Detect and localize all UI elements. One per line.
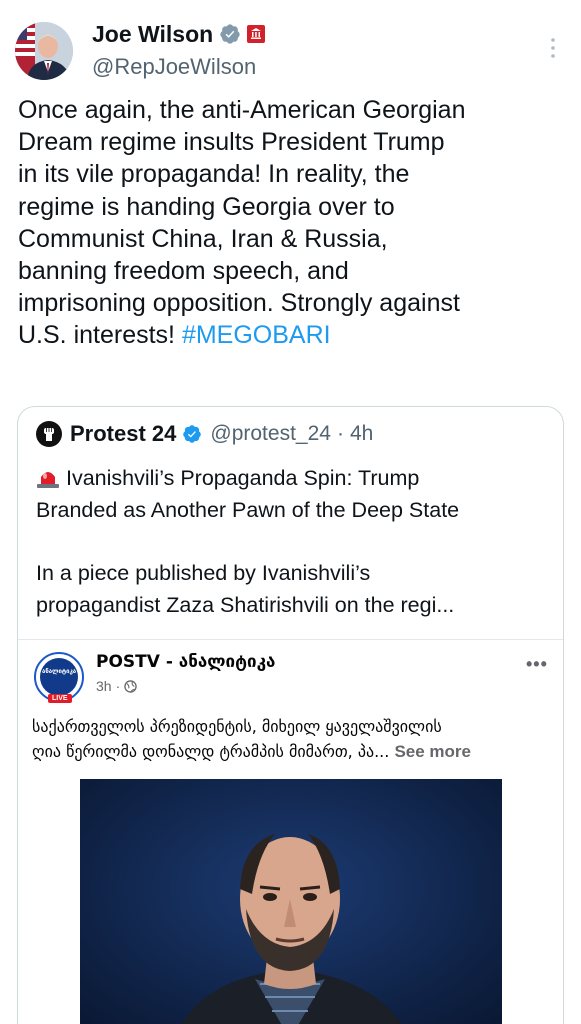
- quote-line1: Ivanishvili’s Propaganda Spin: Trump: [66, 466, 420, 490]
- tweet-text-line: U.S. interests!: [18, 321, 182, 350]
- quote-timestamp[interactable]: 4h: [350, 422, 373, 446]
- fb-page-avatar[interactable]: ანალიტიკა LIVE: [34, 652, 84, 703]
- tweet-text-line: in its vile propaganda! In reality, the: [18, 160, 410, 189]
- quote-author-name[interactable]: Protest 24: [70, 421, 176, 447]
- tweet: Joe Wilson @RepJoeWilson Once again, the…: [0, 0, 581, 1024]
- quote-tweet-card[interactable]: Protest 24 @protest_24 · 4h Ivanishvili’…: [17, 406, 564, 1024]
- fb-caption-line1: საქართველოს პრეზიდენტის, მიხეილ ყაველაშვ…: [32, 717, 442, 736]
- verified-badge-icon[interactable]: [182, 424, 202, 444]
- globe-icon: [124, 679, 137, 693]
- quote-author-handle[interactable]: @protest_24: [210, 422, 331, 446]
- verified-badge-icon[interactable]: [219, 23, 241, 45]
- see-more-link[interactable]: See more: [394, 742, 471, 761]
- fb-caption: საქართველოს პრეზიდენტის, მიხეილ ყაველაშვ…: [32, 714, 557, 764]
- fb-post-meta: 3h ·: [96, 678, 137, 694]
- quote-line4: propagandist Zaza Shatirishvili on the r…: [36, 593, 455, 618]
- fb-caption-line2-wrap: ღია წერილმა დონალდ ტრამპის მიმართ, პა...…: [32, 739, 557, 764]
- live-badge: LIVE: [48, 694, 72, 703]
- author-name[interactable]: Joe Wilson: [92, 21, 213, 48]
- hashtag-link[interactable]: #MEGOBARI: [182, 321, 331, 349]
- tweet-text-line: regime is handing Georgia over to: [18, 192, 395, 221]
- quote-line3: In a piece published by Ivanishvili’s: [36, 561, 371, 586]
- more-horizontal-icon[interactable]: •••: [526, 654, 548, 675]
- fb-photo[interactable]: [18, 765, 563, 1024]
- author-handle[interactable]: @RepJoeWilson: [92, 54, 265, 80]
- author-info: Joe Wilson @RepJoeWilson: [92, 18, 266, 80]
- siren-emoji-icon: [37, 472, 59, 488]
- tweet-text-line: Dream regime insults President Trump: [18, 128, 445, 157]
- fb-logo-text: ანალიტიკა: [42, 668, 77, 675]
- fb-post-time[interactable]: 3h: [96, 678, 112, 694]
- name-row: Joe Wilson: [92, 18, 266, 50]
- quote-line2: Branded as Another Pawn of the Deep Stat…: [36, 497, 460, 522]
- protest-fist-icon: [44, 428, 54, 441]
- quote-avatar[interactable]: [36, 421, 62, 447]
- quote-header: Protest 24 @protest_24 · 4h: [36, 421, 373, 447]
- tweet-text-line: Once again, the anti-American Georgian: [18, 96, 466, 124]
- quote-text: Ivanishvili’s Propaganda Spin: Trump Bra…: [36, 463, 556, 622]
- avatar-photo: [15, 22, 73, 80]
- fb-avatar-inner: [40, 658, 78, 696]
- fb-caption-line2: ღია წერილმა დონალდ ტრამპის მიმართ, პა...: [32, 742, 390, 761]
- man-portrait-image: [80, 779, 502, 1024]
- photo-frame: [80, 779, 502, 1024]
- author-avatar[interactable]: [15, 22, 73, 80]
- facebook-post-preview[interactable]: ანალიტიკა LIVE POSTV - ანალიტიკა 3h · ••…: [18, 639, 563, 1024]
- tweet-text-line: Communist China, Iran & Russia,: [18, 224, 388, 253]
- dot-separator: ·: [336, 422, 344, 445]
- tweet-text: Once again, the anti-American Georgian D…: [18, 94, 574, 352]
- more-vertical-icon[interactable]: [547, 36, 559, 60]
- fb-page-name[interactable]: POSTV - ანალიტიკა: [96, 652, 275, 672]
- fb-dot: ·: [115, 678, 121, 694]
- tweet-text-line: imprisoning opposition. Strongly against: [18, 289, 460, 318]
- government-badge-icon[interactable]: [247, 25, 266, 43]
- tweet-text-line: banning freedom speech, and: [18, 257, 349, 286]
- quote-text-line-1: Ivanishvili’s Propaganda Spin: Trump: [36, 463, 556, 495]
